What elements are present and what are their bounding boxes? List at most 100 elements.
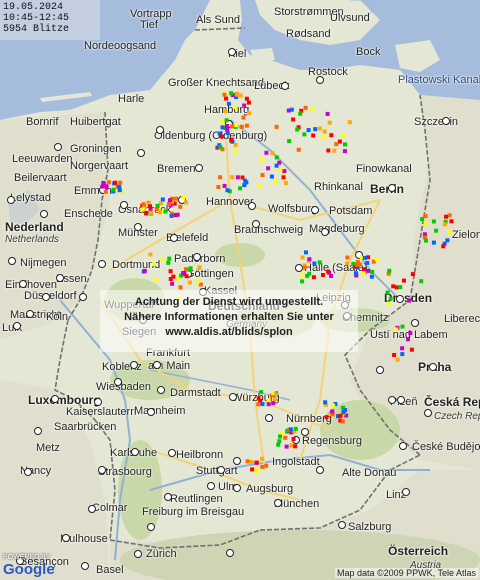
- lightning-strike: [141, 202, 146, 207]
- lightning-strike: [266, 166, 271, 171]
- lightning-strike: [400, 352, 405, 357]
- lightning-strike: [274, 155, 279, 160]
- lightning-strike: [337, 139, 342, 144]
- lightning-strike: [293, 426, 298, 431]
- lightning-strike: [288, 427, 293, 432]
- lightning-strike: [276, 442, 281, 447]
- service-notice-banner: Achtung der Dienst wird umgestellt. Nähe…: [100, 290, 358, 352]
- lightning-strike: [103, 189, 108, 194]
- lightning-strike: [181, 195, 186, 200]
- notice-link[interactable]: www.aldis.at/blids/splon: [100, 325, 358, 340]
- lightning-strike: [278, 167, 283, 172]
- lightning-strike: [171, 274, 176, 279]
- lightning-strike: [245, 459, 250, 464]
- lightning-strike: [111, 187, 116, 192]
- lightning-strike: [167, 256, 172, 261]
- lightning-strike: [287, 139, 292, 144]
- lightning-strike: [166, 260, 171, 265]
- info-time-range: 10:45-12:45: [3, 13, 70, 24]
- map-copyright[interactable]: Map data ©2009 PPWK, Tele Atlas: [334, 568, 478, 578]
- lightning-strike: [324, 415, 329, 420]
- lightning-strike: [235, 175, 240, 180]
- lightning-strike: [247, 111, 252, 116]
- lightning-strike: [307, 271, 312, 276]
- lightning-strike: [423, 220, 428, 225]
- lightning-strike: [334, 142, 339, 147]
- info-strike-count: 5954 Blitze: [3, 24, 70, 35]
- lightning-strike: [330, 409, 335, 414]
- lightning-strike: [216, 185, 221, 189]
- lightning-strike: [232, 149, 237, 154]
- lightning-strike: [233, 105, 238, 110]
- map-canvas[interactable]: Vortrapp Tief Als Sund Storstrømmen Ulvsund N…: [0, 0, 480, 580]
- lightning-strike: [313, 127, 318, 132]
- lightning-strike: [140, 207, 145, 212]
- lightning-strike: [355, 260, 360, 264]
- lightning-strike: [168, 269, 173, 274]
- lightning-strike: [321, 134, 326, 139]
- lightning-strike: [259, 390, 264, 395]
- lightning-strike: [271, 401, 276, 406]
- lightning-strike: [100, 184, 105, 189]
- lightning-strike: [244, 123, 249, 128]
- lightning-strike: [260, 456, 265, 461]
- lightning-strike: [187, 280, 192, 285]
- lightning-strike: [170, 281, 175, 286]
- lightning-strike: [226, 101, 231, 106]
- lightning-strike: [273, 392, 278, 397]
- lightning-strike: [224, 118, 229, 123]
- lightning-strike: [419, 279, 424, 284]
- lightning-strike: [300, 273, 305, 278]
- lightning-strike: [278, 434, 282, 439]
- lightning-strike: [178, 285, 183, 290]
- lightning-strike: [220, 125, 225, 130]
- lightning-strike: [289, 443, 294, 448]
- lightning-strike: [295, 127, 300, 132]
- lightning-strike: [274, 179, 279, 183]
- lightning-strike: [300, 255, 305, 260]
- lightning-strike: [239, 124, 244, 129]
- lightning-strike: [321, 273, 325, 277]
- lightning-strike: [197, 265, 202, 270]
- lightning-strike: [269, 174, 274, 179]
- lightning-strike: [155, 203, 160, 208]
- lightning-strike: [277, 160, 282, 165]
- lightning-strike: [447, 213, 452, 218]
- lightning-strike: [361, 271, 366, 276]
- lightning-strike: [391, 284, 396, 289]
- lightning-strike: [225, 124, 229, 128]
- lightning-strike: [296, 147, 301, 152]
- lightning-strike: [424, 238, 428, 243]
- lightning-strike: [293, 444, 298, 449]
- lightning-strike: [274, 124, 279, 129]
- lightning-strike: [338, 413, 343, 418]
- lightning-strike: [394, 285, 399, 290]
- lightning-strike: [365, 260, 370, 265]
- lightning-strike: [345, 255, 350, 260]
- lightning-strike: [272, 397, 277, 401]
- lightning-strike: [178, 204, 183, 209]
- lightning-strike: [195, 280, 200, 284]
- lightning-strike: [317, 126, 322, 131]
- lightning-strike: [317, 260, 322, 265]
- lightning-strike: [302, 132, 307, 137]
- lightning-strike: [260, 173, 265, 177]
- lightning-strike: [160, 257, 165, 262]
- lightning-strike: [306, 128, 311, 133]
- lightning-strike: [343, 142, 347, 147]
- lightning-strike: [175, 212, 180, 217]
- lightning-strike: [395, 357, 400, 362]
- lightning-strike: [242, 183, 247, 188]
- lightning-strike: [244, 96, 249, 101]
- lightning-strike: [266, 402, 271, 407]
- lightning-strike: [447, 229, 451, 234]
- lightning-strike: [402, 278, 406, 283]
- lightning-strike: [222, 92, 227, 97]
- lightning-strike: [325, 111, 330, 116]
- lightning-strike: [266, 398, 271, 403]
- google-logo[interactable]: POWERED BY Google: [3, 554, 55, 578]
- lightning-strike: [340, 419, 345, 424]
- lightning-strike: [331, 403, 336, 408]
- notice-line-1: Achtung der Dienst wird umgestellt.: [134, 296, 324, 308]
- lightning-strike: [303, 105, 308, 110]
